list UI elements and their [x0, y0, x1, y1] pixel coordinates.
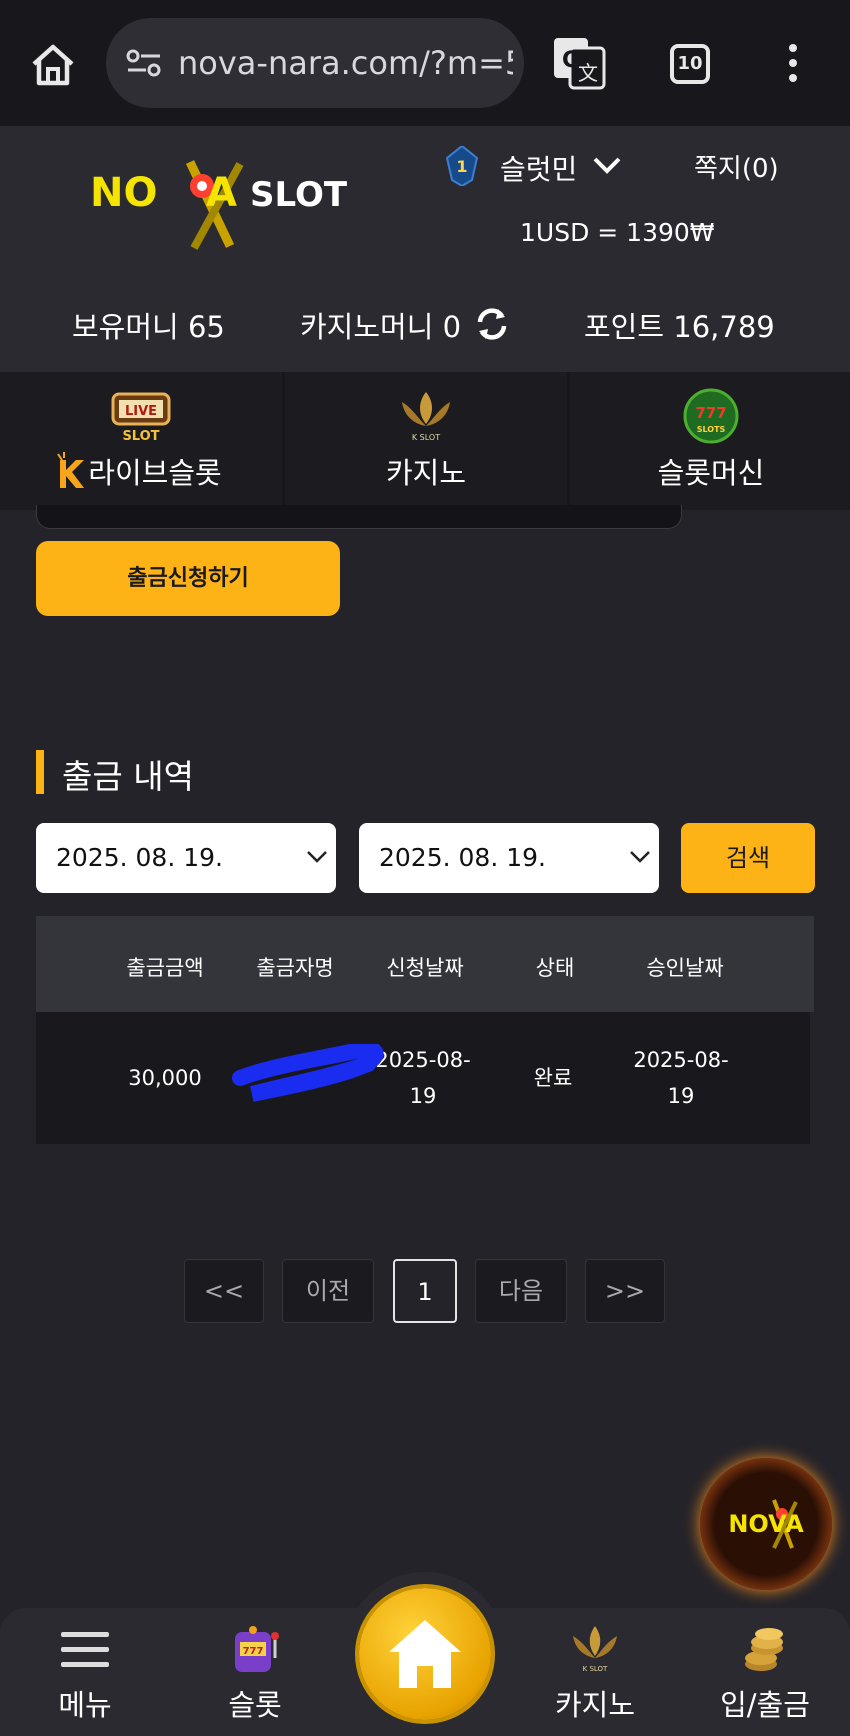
col-amount: 출금금액	[126, 956, 204, 980]
site-settings-icon[interactable]	[126, 48, 162, 78]
cell-amount: 30,000	[128, 1066, 202, 1090]
date-to-value: 2025. 08. 19.	[379, 843, 546, 872]
svg-text:K SLOT: K SLOT	[583, 1665, 608, 1673]
refresh-icon[interactable]	[474, 306, 510, 342]
novaslot-logo[interactable]: NO A SLOT	[90, 156, 376, 252]
table-row: 30,000 2025-08- 19 완료 2025-08- 19	[36, 1012, 810, 1144]
date-to-select[interactable]: 2025. 08. 19.	[359, 823, 659, 893]
cell-approve-date-line1: 2025-08-	[633, 1048, 729, 1072]
url-bar[interactable]: nova-nara.com/?m=5	[106, 18, 524, 108]
tab-slot-machine-label: 슬롯머신	[657, 456, 765, 490]
cell-status: 완료	[533, 1066, 573, 1090]
site-header: NO A SLOT 1 슬럿민 쪽지(0) 1USD = 1390₩ 보유머니 …	[0, 126, 850, 372]
svg-text:NOVA: NOVA	[728, 1510, 804, 1538]
casino-icon: K SLOT	[573, 1626, 617, 1673]
svg-text:SLOTS: SLOTS	[697, 425, 726, 434]
chevron-down-icon[interactable]	[592, 154, 622, 176]
col-request-date: 신청날짜	[386, 956, 464, 980]
svg-text:777: 777	[243, 1646, 264, 1657]
username[interactable]: 슬럿민	[500, 148, 577, 188]
bottom-nav-deposit-withdraw-label: 입/출금	[720, 1688, 810, 1722]
balance-bar: 보유머니 65 카지노머니 0 포인트 16,789	[0, 304, 850, 348]
svg-text:SLOT: SLOT	[122, 429, 159, 444]
section-title-text: 출금 내역	[62, 757, 194, 796]
tab-live-slot-label: 라이브슬롯	[88, 456, 222, 490]
browser-home-icon[interactable]	[28, 40, 78, 90]
translate-icon[interactable]: G 文	[552, 36, 606, 90]
bottom-nav-slot-label: 슬롯	[228, 1688, 282, 1722]
chevron-down-icon	[630, 851, 650, 863]
messages-link[interactable]: 쪽지(0)	[694, 148, 779, 185]
cell-approve-date-line2: 19	[667, 1084, 695, 1108]
coins-icon	[745, 1628, 783, 1671]
nova-logo-icon: NOVA	[728, 1499, 804, 1549]
bottom-nav-slot[interactable]: 777 슬롯	[180, 1608, 330, 1736]
search-button[interactable]: 검색	[681, 823, 815, 893]
page-last-button[interactable]: >>	[585, 1259, 665, 1323]
tab-slot-machine[interactable]: 777 SLOTS 슬롯머신	[570, 372, 850, 510]
page-next-button[interactable]: 다음	[475, 1259, 567, 1323]
home-icon	[389, 1620, 461, 1688]
bottom-nav-menu-label: 메뉴	[58, 1688, 112, 1722]
col-approve-date: 승인날짜	[646, 956, 724, 980]
bottom-nav-casino-label: 카지노	[554, 1688, 636, 1722]
rank-badge-icon: 1	[446, 146, 478, 186]
game-category-nav: LIVE SLOT 라이브슬롯 K SLOT 카지노 777 SLOTS 슬롯머…	[0, 372, 850, 510]
exchange-rate: 1USD = 1390₩	[520, 218, 715, 247]
tab-casino-label: 카지노	[385, 456, 467, 490]
browser-toolbar: nova-nara.com/?m=5 G 文 10	[0, 0, 850, 126]
date-from-select[interactable]: 2025. 08. 19.	[36, 823, 336, 893]
casino-money: 카지노머니 0	[300, 310, 462, 344]
date-from-value: 2025. 08. 19.	[56, 843, 223, 872]
bottom-nav-menu[interactable]: 메뉴	[10, 1608, 160, 1736]
url-text: nova-nara.com/?m=5	[178, 44, 513, 82]
svg-text:1: 1	[456, 157, 467, 176]
bottom-nav-casino[interactable]: K SLOT 카지노	[520, 1608, 670, 1736]
bottom-nav-home[interactable]	[359, 1588, 491, 1720]
holding-money: 보유머니 65	[72, 310, 225, 344]
nova-floating-button[interactable]: NOVA	[700, 1458, 832, 1590]
svg-text:SLOT: SLOT	[250, 175, 348, 215]
tab-count-button[interactable]: 10	[670, 44, 710, 84]
svg-text:NO: NO	[90, 170, 157, 216]
svg-text:K SLOT: K SLOT	[412, 433, 440, 442]
slots-777-icon: 777 SLOTS	[683, 388, 739, 444]
casino-lotus-icon: K SLOT	[402, 392, 450, 442]
col-name: 출금자명	[256, 956, 334, 980]
tab-casino[interactable]: K SLOT 카지노	[285, 372, 567, 510]
table-header: 출금금액 출금자명 신청날짜 상태 승인날짜	[36, 916, 814, 1012]
hamburger-icon	[61, 1632, 109, 1667]
live-slot-icon: LIVE SLOT	[111, 392, 171, 444]
slot-machine-icon: 777	[235, 1626, 279, 1672]
page-current[interactable]: 1	[393, 1259, 457, 1323]
points: 포인트 16,789	[584, 310, 775, 344]
svg-text:A: A	[206, 170, 237, 216]
chevron-down-icon	[307, 851, 327, 863]
more-options-icon[interactable]	[786, 44, 800, 84]
withdraw-request-button[interactable]: 출금신청하기	[36, 541, 340, 616]
previous-panel-bottom	[36, 505, 682, 529]
tab-live-slot[interactable]: LIVE SLOT 라이브슬롯	[0, 372, 282, 510]
bottom-nav-deposit-withdraw[interactable]: 입/출금	[690, 1608, 840, 1736]
page-prev-button[interactable]: 이전	[282, 1259, 374, 1323]
svg-text:LIVE: LIVE	[125, 404, 157, 419]
page-first-button[interactable]: <<	[184, 1259, 264, 1323]
section-title-accent	[36, 750, 44, 794]
col-status: 상태	[535, 956, 575, 980]
redaction-scribble	[232, 1044, 384, 1102]
svg-text:文: 文	[578, 61, 598, 85]
svg-text:777: 777	[695, 404, 726, 422]
